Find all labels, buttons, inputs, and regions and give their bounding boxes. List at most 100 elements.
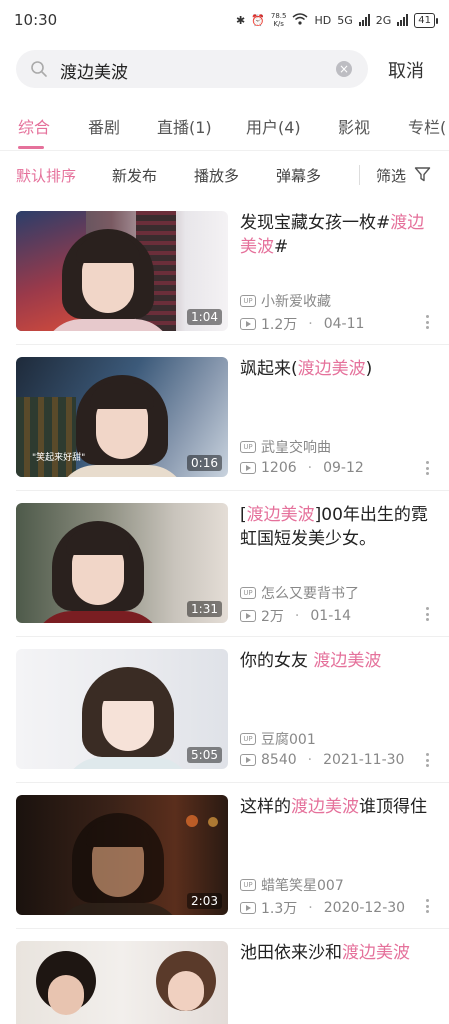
- video-duration: 1:04: [187, 309, 222, 325]
- more-options-icon[interactable]: [426, 607, 430, 621]
- video-title[interactable]: 池田依来沙和渡边美波: [240, 941, 436, 965]
- video-duration: 1:31: [187, 601, 222, 617]
- publish-date: 09-12: [323, 460, 364, 476]
- video-duration: 5:05: [187, 747, 222, 763]
- video-uploader[interactable]: UP 怎么又要背书了: [240, 583, 359, 603]
- publish-date: 2020-12-30: [323, 900, 406, 916]
- tab-users[interactable]: 用户(4): [246, 114, 301, 138]
- video-result[interactable]: 1:31 [渡边美波]00年出生的霓虹国短发美少女。 UP 怎么又要背书了 2万 ·…: [0, 491, 449, 637]
- video-stats: 1.2万 · 04-11: [240, 314, 364, 334]
- uploader-name: 小新爱收藏: [261, 294, 331, 310]
- video-uploader[interactable]: UP 蜡笔笑星007: [240, 875, 344, 895]
- video-thumbnail[interactable]: [16, 941, 228, 1024]
- funnel-icon[interactable]: [414, 166, 431, 183]
- play-count: 1.2万: [261, 317, 298, 333]
- filter-divider: [359, 165, 360, 185]
- clear-icon[interactable]: ×: [336, 61, 352, 77]
- filter-button[interactable]: 筛选: [376, 165, 406, 186]
- signal-icon-2: [397, 14, 409, 26]
- publish-date: 2021-11-30: [323, 752, 405, 768]
- video-title[interactable]: [渡边美波]00年出生的霓虹国短发美少女。: [240, 503, 436, 551]
- sort-default[interactable]: 默认排序: [16, 165, 76, 186]
- video-result[interactable]: 池田依来沙和渡边美波: [0, 929, 449, 1024]
- video-result[interactable]: 2:03 这样的渡边美波谁顶得住 UP 蜡笔笑星007 1.3万 · 2020-12-…: [0, 783, 449, 929]
- video-stats: 1206 · 09-12: [240, 460, 364, 476]
- video-caption: "笑起来好甜": [32, 453, 86, 463]
- play-count-icon: [240, 462, 256, 474]
- up-icon: UP: [240, 733, 256, 745]
- play-count-icon: [240, 902, 256, 914]
- tab-articles[interactable]: 专栏(: [408, 114, 446, 138]
- video-title[interactable]: 发现宝藏女孩一枚#渡边美波#: [240, 211, 436, 259]
- network-5g-label: 5G: [337, 13, 353, 27]
- up-icon: UP: [240, 295, 256, 307]
- more-options-icon[interactable]: [426, 899, 430, 913]
- video-uploader[interactable]: UP 豆腐001: [240, 729, 316, 749]
- video-title[interactable]: 飒起来(渡边美波): [240, 357, 436, 381]
- video-result[interactable]: 5:05 你的女友 渡边美波 UP 豆腐001 8540 · 2021-11-30: [0, 637, 449, 783]
- video-stats: 1.3万 · 2020-12-30: [240, 898, 405, 918]
- net-speed: 78.5 K/s: [271, 12, 287, 28]
- uploader-name: 怎么又要背书了: [261, 586, 359, 602]
- up-icon: UP: [240, 587, 256, 599]
- status-icons: ✱ ⏰ 78.5 K/s HD 5G 2G 41: [235, 12, 438, 28]
- active-tab-indicator: [18, 146, 44, 149]
- tab-all[interactable]: 综合: [18, 114, 50, 138]
- publish-date: 01-14: [310, 608, 352, 624]
- status-time: 10:30: [14, 11, 58, 29]
- alarm-icon: ⏰: [251, 13, 265, 27]
- uploader-name: 蜡笔笑星007: [261, 878, 344, 894]
- video-thumbnail[interactable]: "笑起来好甜" 0:16: [16, 357, 228, 477]
- video-result[interactable]: "笑起来好甜" 0:16 飒起来(渡边美波) UP 武皇交响曲 1206 · 09-1…: [0, 345, 449, 491]
- video-uploader[interactable]: UP 小新爱收藏: [240, 291, 331, 311]
- category-tabs: 综合 番剧 直播(1) 用户(4) 影视 专栏(: [0, 100, 449, 150]
- sort-filter-bar: 默认排序 新发布 播放多 弹幕多 筛选: [0, 150, 449, 198]
- video-stats: 2万 · 01-14: [240, 606, 351, 626]
- cancel-button[interactable]: 取消: [388, 57, 424, 83]
- up-icon: UP: [240, 879, 256, 891]
- play-count: 1.3万: [261, 901, 298, 917]
- net-speed-value: 78.5: [270, 12, 287, 20]
- search-row: 渡边美波 × 取消: [0, 50, 449, 90]
- uploader-name: 武皇交响曲: [261, 440, 331, 456]
- video-result[interactable]: 1:04 发现宝藏女孩一枚#渡边美波# UP 小新爱收藏 1.2万 · 04-11: [0, 199, 449, 345]
- hd-label: HD: [314, 13, 332, 27]
- video-uploader[interactable]: UP 武皇交响曲: [240, 437, 331, 457]
- video-duration: 2:03: [187, 893, 222, 909]
- more-options-icon[interactable]: [426, 461, 430, 475]
- up-icon: UP: [240, 441, 256, 453]
- play-count-icon: [240, 318, 256, 330]
- tab-film[interactable]: 影视: [338, 114, 370, 138]
- video-thumbnail[interactable]: 2:03: [16, 795, 228, 915]
- play-count-icon: [240, 610, 256, 622]
- video-title[interactable]: 你的女友 渡边美波: [240, 649, 436, 673]
- wifi-icon: [292, 12, 308, 28]
- search-query[interactable]: 渡边美波: [60, 58, 128, 83]
- sort-newest[interactable]: 新发布: [112, 165, 157, 186]
- play-count-icon: [240, 754, 256, 766]
- video-thumbnail[interactable]: 5:05: [16, 649, 228, 769]
- search-icon: [31, 61, 47, 77]
- publish-date: 04-11: [323, 316, 365, 332]
- play-count: 1206: [261, 460, 297, 476]
- video-thumbnail[interactable]: 1:31: [16, 503, 228, 623]
- net-speed-unit: K/s: [273, 20, 284, 28]
- play-count: 8540: [261, 752, 297, 768]
- video-title[interactable]: 这样的渡边美波谁顶得住: [240, 795, 436, 819]
- battery-icon: 41: [414, 12, 438, 28]
- play-count: 2万: [261, 609, 284, 625]
- uploader-name: 豆腐001: [261, 732, 316, 748]
- tab-bangumi[interactable]: 番剧: [88, 114, 120, 138]
- network-2g-label: 2G: [375, 13, 392, 27]
- video-stats: 8540 · 2021-11-30: [240, 752, 404, 768]
- status-bar: 10:30 ✱ ⏰ 78.5 K/s HD 5G 2G 41: [0, 0, 449, 40]
- signal-icon: [358, 14, 370, 26]
- sort-most-played[interactable]: 播放多: [194, 165, 239, 186]
- tab-live[interactable]: 直播(1): [157, 114, 212, 138]
- more-options-icon[interactable]: [426, 753, 430, 767]
- more-options-icon[interactable]: [426, 315, 430, 329]
- sort-most-danmaku[interactable]: 弹幕多: [276, 165, 321, 186]
- search-input[interactable]: 渡边美波 ×: [16, 50, 368, 88]
- bluetooth-icon: ✱: [235, 13, 246, 27]
- video-thumbnail[interactable]: 1:04: [16, 211, 228, 331]
